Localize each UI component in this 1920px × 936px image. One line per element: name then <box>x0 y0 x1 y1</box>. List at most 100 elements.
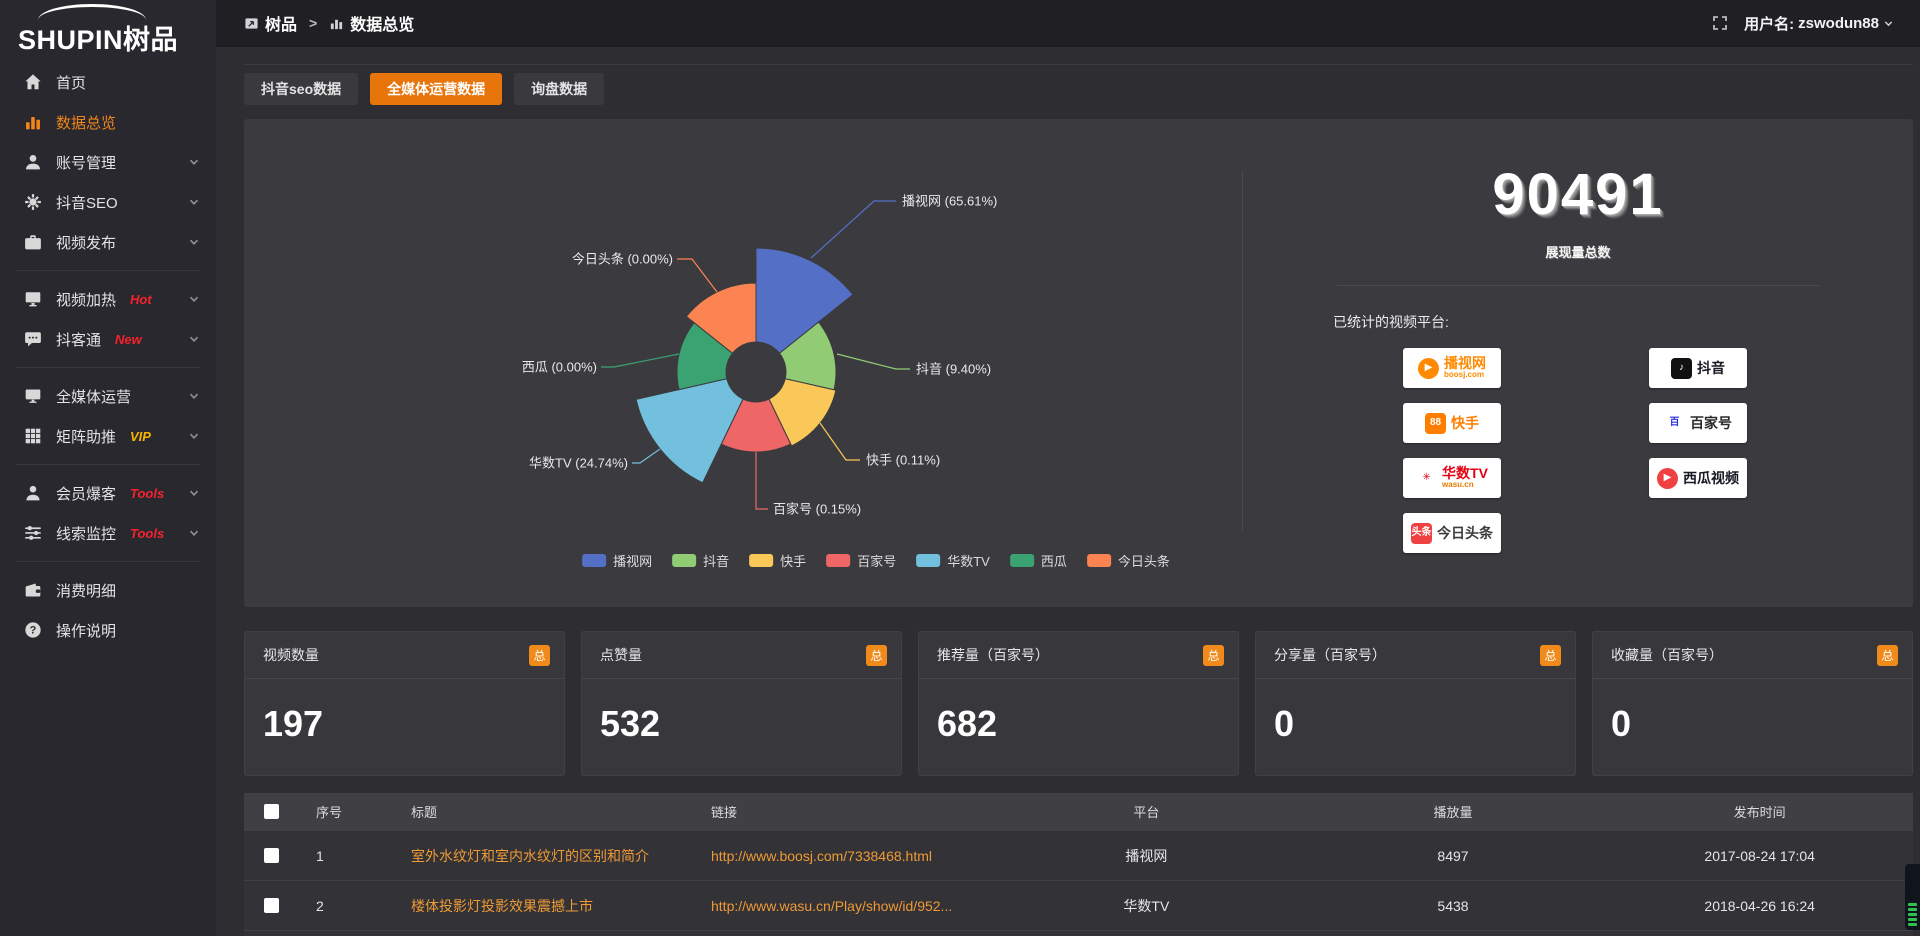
total-badge: 总 <box>866 645 887 666</box>
label-line <box>601 354 679 367</box>
stat-card-title: 视频数量 <box>263 645 319 665</box>
menu-badge: Tools <box>130 486 164 501</box>
stat-cards: 视频数量 总 197 点赞量 总 532 推荐量（百家号） 总 682 分享量（… <box>244 631 1913 776</box>
stat-card-title: 分享量（百家号） <box>1274 645 1386 665</box>
stat-card-value: 0 <box>1256 679 1575 745</box>
table-header: 序号 标题 链接 平台 播放量 发布时间 <box>244 793 1913 831</box>
divider <box>16 464 200 465</box>
sidebar-item[interactable]: ? 操作说明 <box>0 610 216 650</box>
logo-text: SHUPIN树品 <box>18 18 216 57</box>
screen-icon <box>24 290 42 308</box>
sidebar-item[interactable]: 线索监控 Tools <box>0 513 216 553</box>
username: zswodun88 <box>1798 15 1879 32</box>
monitor-icon <box>24 387 42 405</box>
tab[interactable]: 抖音seo数据 <box>244 73 358 105</box>
stat-card-title: 收藏量（百家号） <box>1611 645 1723 665</box>
chart-panel: 播视网 (65.61%)抖音 (9.40%)快手 (0.11%)百家号 (0.1… <box>244 119 1913 607</box>
legend-item[interactable]: 华数TV <box>916 551 990 570</box>
sidebar-item[interactable]: 数据总览 <box>0 102 216 142</box>
chevron-down-icon <box>188 527 200 539</box>
user-icon <box>24 153 42 171</box>
video-title-link[interactable]: 室外水纹灯和室内水纹灯的区别和简介 <box>393 846 693 866</box>
user-label: 用户名: <box>1744 13 1794 34</box>
video-url-link[interactable]: http://www.boosj.com/7338468.html <box>693 848 993 864</box>
legend-swatch <box>916 554 940 567</box>
divider <box>16 561 200 562</box>
row-index: 2 <box>298 898 393 914</box>
divider <box>1337 285 1819 286</box>
platform-badge: ✳ 华数TV wasu.cn <box>1403 458 1501 498</box>
legend-item[interactable]: 百家号 <box>826 551 896 570</box>
chevron-down-icon <box>1883 18 1894 29</box>
slice-label: 百家号 (0.15%) <box>773 502 861 517</box>
legend-item[interactable]: 抖音 <box>672 551 729 570</box>
divider <box>16 270 200 271</box>
sidebar-item[interactable]: 矩阵助推 VIP <box>0 416 216 456</box>
sidebar-item[interactable]: 账号管理 <box>0 142 216 182</box>
legend-item[interactable]: 播视网 <box>582 551 652 570</box>
sidebar-item[interactable]: 首页 <box>0 62 216 102</box>
home-icon <box>24 73 42 91</box>
row-checkbox[interactable] <box>264 898 279 913</box>
sidebar-item[interactable]: 消费明细 <box>0 570 216 610</box>
rose-chart[interactable]: 播视网 (65.61%)抖音 (9.40%)快手 (0.11%)百家号 (0.1… <box>244 119 1242 531</box>
row-time: 2017-08-24 17:04 <box>1606 848 1913 864</box>
logo: SHUPIN树品 <box>0 0 216 56</box>
sidebar-nav: 首页 数据总览 账号管理 抖音SE <box>0 56 216 650</box>
stat-card-value: 532 <box>582 679 901 745</box>
breadcrumb: 树品 > 数据总览 <box>244 11 414 35</box>
divider <box>16 367 200 368</box>
platform-badge: 88 快手 <box>1403 403 1501 443</box>
sidebar-item[interactable]: 会员爆客 Tools <box>0 473 216 513</box>
chevron-down-icon <box>188 390 200 402</box>
grid-icon <box>24 427 42 445</box>
slice-label: 今日头条 (0.00%) <box>572 252 673 267</box>
legend-item[interactable]: 西瓜 <box>1010 551 1067 570</box>
tab[interactable]: 询盘数据 <box>514 73 604 105</box>
browser-extension-widget[interactable] <box>1905 864 1920 930</box>
col-title: 标题 <box>393 802 693 821</box>
col-time: 发布时间 <box>1606 802 1913 821</box>
rose-chart-region: 播视网 (65.61%)抖音 (9.40%)快手 (0.11%)百家号 (0.1… <box>244 119 1242 607</box>
breadcrumb-root[interactable]: 树品 <box>265 11 297 35</box>
label-line <box>811 201 896 258</box>
sidebar-item[interactable]: 全媒体运营 <box>0 376 216 416</box>
chevron-down-icon <box>188 333 200 345</box>
green-bar <box>1908 923 1917 926</box>
rose-slice[interactable] <box>636 379 743 483</box>
row-checkbox[interactable] <box>264 848 279 863</box>
green-bar <box>1908 913 1917 916</box>
total-impressions-label: 展现量总数 <box>1243 242 1913 261</box>
label-line <box>632 449 660 463</box>
video-title-link[interactable]: 楼体投影灯投影效果震撼上市 <box>393 896 693 916</box>
person-icon <box>24 484 42 502</box>
col-link: 链接 <box>693 802 993 821</box>
green-bar <box>1908 903 1917 906</box>
sidebar-item[interactable]: 抖客通 New <box>0 319 216 359</box>
platform-logo-icon: ▶ <box>1657 468 1678 489</box>
legend-swatch <box>1010 554 1034 567</box>
help-icon: ? <box>24 621 42 639</box>
data-tabs: 抖音seo数据全媒体运营数据询盘数据 <box>244 73 1913 105</box>
sidebar-item[interactable]: 视频加热 Hot <box>0 279 216 319</box>
table-row: 2 楼体投影灯投影效果震撼上市 http://www.wasu.cn/Play/… <box>244 881 1913 931</box>
legend-swatch <box>1087 554 1111 567</box>
chevron-down-icon <box>188 293 200 305</box>
legend-item[interactable]: 今日头条 <box>1087 551 1170 570</box>
video-url-link[interactable]: http://www.wasu.cn/Play/show/id/952... <box>693 898 993 914</box>
sidebar-item[interactable]: 抖音SEO <box>0 182 216 222</box>
tab[interactable]: 全媒体运营数据 <box>370 73 502 105</box>
fullscreen-icon[interactable] <box>1712 15 1728 31</box>
divider <box>244 64 1913 65</box>
platform-logo-icon: ▶ <box>1418 358 1439 379</box>
menu-badge: VIP <box>130 429 151 444</box>
legend-swatch <box>582 554 606 567</box>
chart-legend: 播视网 抖音 快手 百家号 华数TV 西瓜 <box>582 551 1170 570</box>
legend-item[interactable]: 快手 <box>749 551 806 570</box>
total-badge: 总 <box>1203 645 1224 666</box>
sidebar-item[interactable]: 视频发布 <box>0 222 216 262</box>
select-all-checkbox[interactable] <box>264 804 279 819</box>
user-menu[interactable]: 用户名: zswodun88 <box>1744 13 1894 34</box>
total-badge: 总 <box>1540 645 1561 666</box>
stat-card-value: 197 <box>245 679 564 745</box>
